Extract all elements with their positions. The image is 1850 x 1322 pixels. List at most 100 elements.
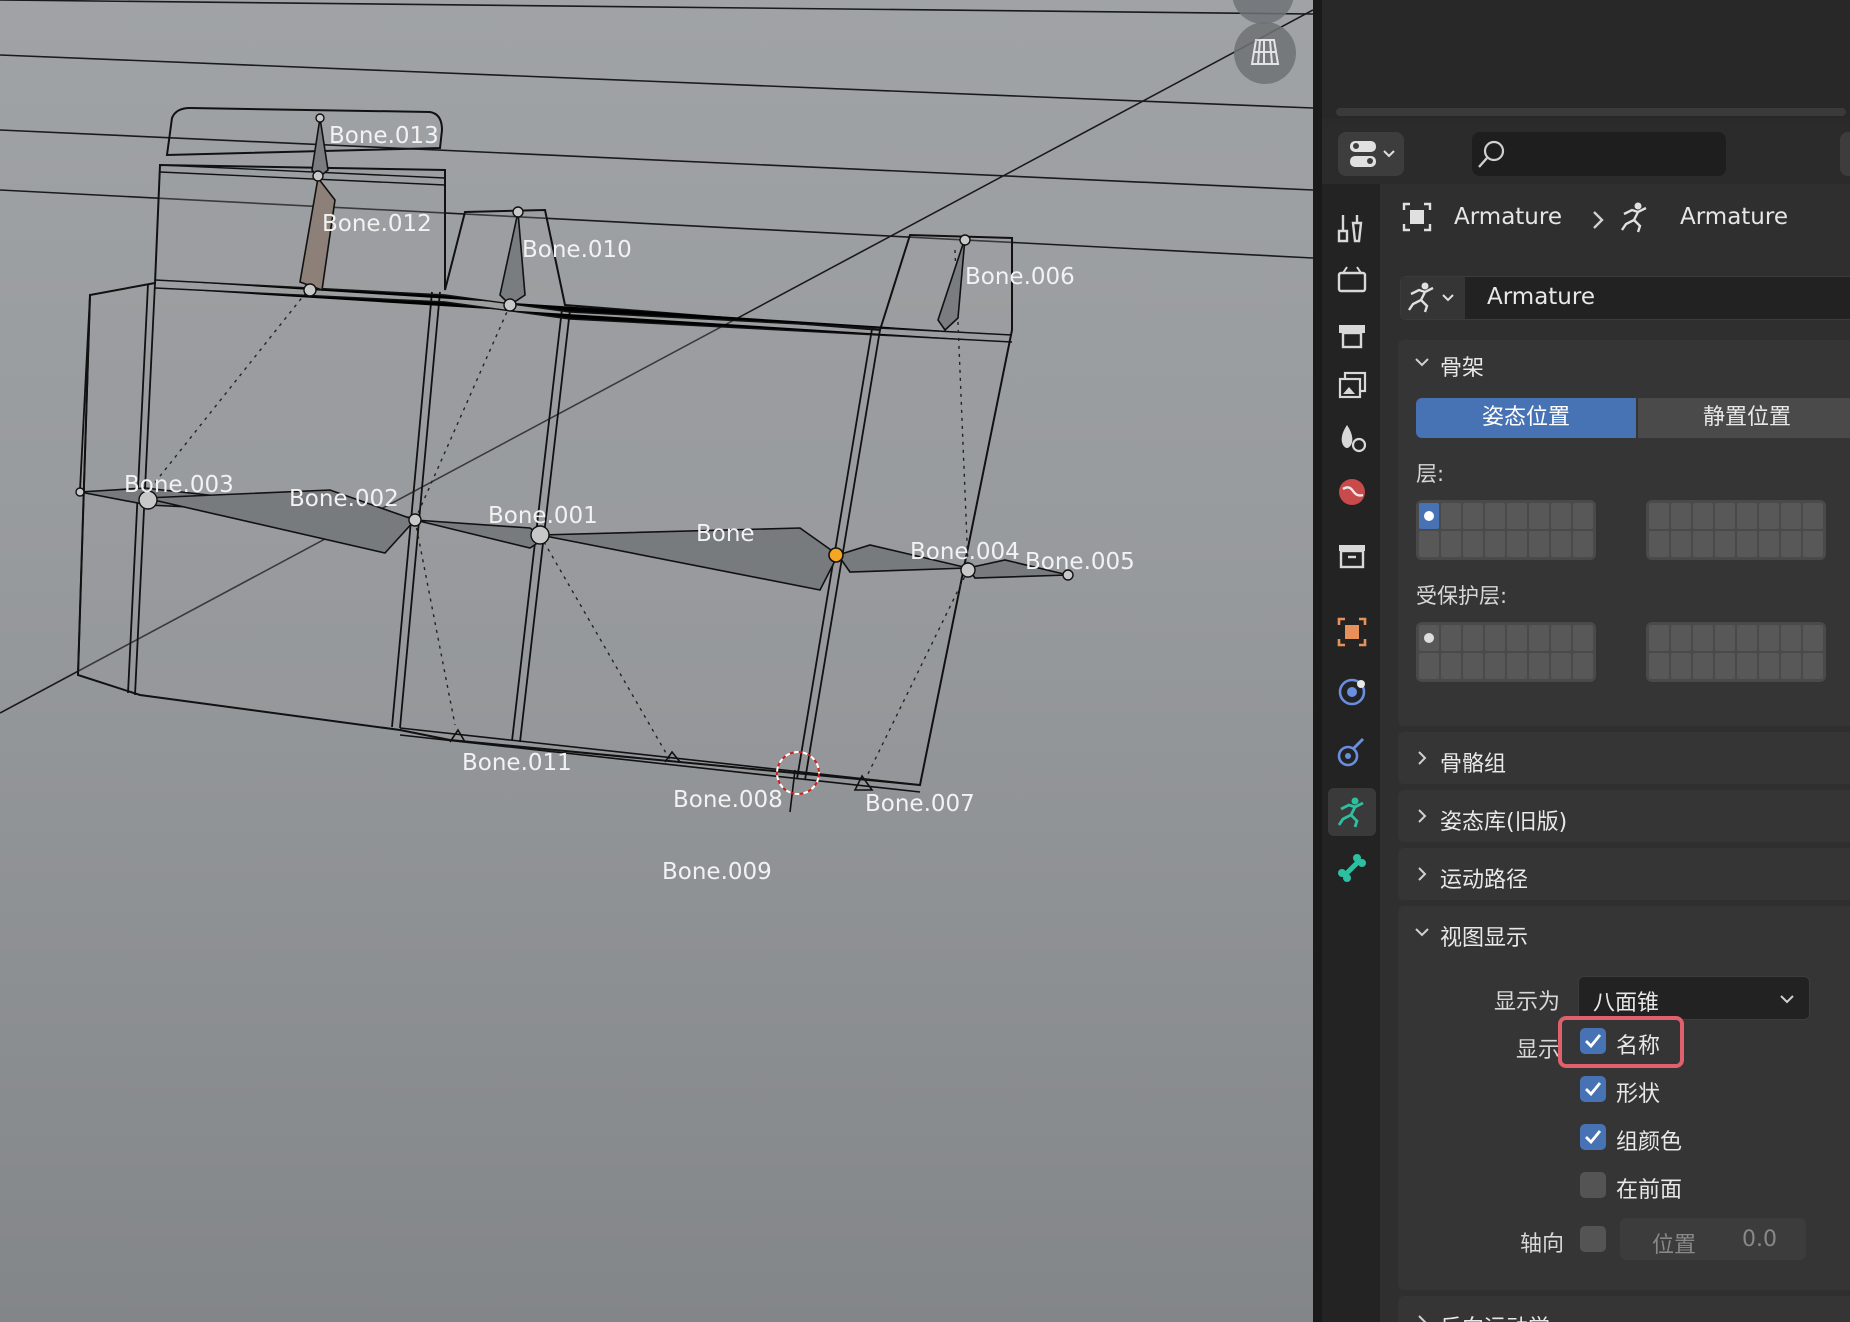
protected-layer-cell[interactable] [1649, 625, 1669, 651]
editor-type-button[interactable] [1338, 132, 1404, 176]
layer-cell[interactable] [1551, 503, 1571, 529]
protected-layer-cell[interactable] [1551, 625, 1571, 651]
protected-layer-cell[interactable] [1551, 653, 1571, 679]
protected-layers-grid-right[interactable] [1646, 622, 1826, 682]
layer-cell[interactable] [1529, 531, 1549, 557]
inverse-kinematics-panel[interactable]: 反向运动学 [1398, 1296, 1850, 1322]
tab-tool[interactable] [1328, 204, 1376, 252]
rest-position-button[interactable]: 静置位置 [1638, 398, 1850, 438]
display-as-dropdown[interactable]: 八面锥 [1578, 976, 1810, 1020]
protected-layer-cell[interactable] [1419, 653, 1439, 679]
browse-datablock-button[interactable] [1401, 277, 1465, 319]
layer-cell[interactable] [1507, 531, 1527, 557]
tab-output[interactable] [1328, 310, 1376, 358]
protected-layer-cell[interactable] [1759, 653, 1779, 679]
protected-layer-cell[interactable] [1573, 625, 1593, 651]
protected-layer-cell[interactable] [1649, 653, 1669, 679]
horizontal-scrollbar[interactable] [1336, 108, 1846, 116]
protected-layer-cell[interactable] [1803, 653, 1823, 679]
protected-layer-cell[interactable] [1803, 625, 1823, 651]
layer-cell[interactable] [1781, 531, 1801, 557]
pose-position-button[interactable]: 姿态位置 [1416, 398, 1636, 438]
tab-render[interactable] [1328, 256, 1376, 304]
datablock-name-field[interactable]: Armature [1487, 284, 1595, 310]
layer-cell[interactable] [1441, 503, 1461, 529]
tab-scene[interactable] [1328, 414, 1376, 462]
pose-library-panel[interactable]: 姿态库(旧版) [1398, 790, 1850, 842]
layer-cell[interactable] [1737, 531, 1757, 557]
layer-cell[interactable] [1485, 503, 1505, 529]
protected-layer-cell[interactable] [1737, 653, 1757, 679]
layer-cell[interactable] [1693, 531, 1713, 557]
layer-cell[interactable] [1419, 503, 1439, 529]
protected-layer-cell[interactable] [1671, 625, 1691, 651]
toggle-perspective-button[interactable] [1234, 22, 1296, 84]
layer-cell[interactable] [1759, 503, 1779, 529]
layer-cell[interactable] [1803, 531, 1823, 557]
layer-cell[interactable] [1507, 503, 1527, 529]
tab-view-layer[interactable] [1328, 362, 1376, 410]
protected-layer-cell[interactable] [1463, 653, 1483, 679]
axes-checkbox[interactable] [1580, 1226, 1606, 1252]
protected-layer-cell[interactable] [1671, 653, 1691, 679]
layers-grid-right[interactable] [1646, 500, 1826, 560]
layer-cell[interactable] [1463, 503, 1483, 529]
tab-collection[interactable] [1328, 532, 1376, 580]
protected-layer-cell[interactable] [1507, 625, 1527, 651]
skeleton-panel-header[interactable]: 骨架 [1398, 340, 1850, 386]
layer-cell[interactable] [1693, 503, 1713, 529]
layer-cell[interactable] [1573, 503, 1593, 529]
names-checkbox[interactable] [1580, 1028, 1606, 1054]
search-input[interactable] [1472, 132, 1726, 176]
shapes-checkbox[interactable] [1580, 1076, 1606, 1102]
motion-paths-panel[interactable]: 运动路径 [1398, 848, 1850, 900]
protected-layer-cell[interactable] [1693, 653, 1713, 679]
protected-layer-cell[interactable] [1693, 625, 1713, 651]
3d-viewport[interactable]: Bone.013 Bone.012 Bone.010 Bone.006 Bone… [0, 0, 1313, 1322]
protected-layer-cell[interactable] [1441, 653, 1461, 679]
layer-cell[interactable] [1759, 531, 1779, 557]
tab-armature-data[interactable] [1328, 788, 1376, 836]
layer-cell[interactable] [1573, 531, 1593, 557]
protected-layers-grid-left[interactable] [1416, 622, 1596, 682]
protected-layer-cell[interactable] [1441, 625, 1461, 651]
layer-cell[interactable] [1441, 531, 1461, 557]
layer-cell[interactable] [1737, 503, 1757, 529]
protected-layer-cell[interactable] [1781, 653, 1801, 679]
protected-layer-cell[interactable] [1485, 653, 1505, 679]
layer-cell[interactable] [1671, 531, 1691, 557]
layer-cell[interactable] [1715, 531, 1735, 557]
layer-cell[interactable] [1551, 531, 1571, 557]
viewport-display-header[interactable]: 视图显示 [1398, 906, 1850, 952]
layer-cell[interactable] [1715, 503, 1735, 529]
protected-layer-cell[interactable] [1529, 625, 1549, 651]
tab-constraints[interactable] [1328, 728, 1376, 776]
layer-cell[interactable] [1419, 531, 1439, 557]
layer-cell[interactable] [1463, 531, 1483, 557]
layer-cell[interactable] [1781, 503, 1801, 529]
layer-cell[interactable] [1529, 503, 1549, 529]
protected-layer-cell[interactable] [1715, 653, 1735, 679]
layer-cell[interactable] [1671, 503, 1691, 529]
group-colors-checkbox[interactable] [1580, 1124, 1606, 1150]
protected-layer-cell[interactable] [1419, 625, 1439, 651]
layers-grid-left[interactable] [1416, 500, 1596, 560]
layer-cell[interactable] [1485, 531, 1505, 557]
layer-cell[interactable] [1649, 503, 1669, 529]
area-divider[interactable] [1313, 0, 1322, 1322]
datablock-selector[interactable]: Armature [1400, 276, 1850, 320]
protected-layer-cell[interactable] [1737, 625, 1757, 651]
protected-layer-cell[interactable] [1759, 625, 1779, 651]
tab-world[interactable] [1328, 468, 1376, 516]
axes-position-field[interactable]: 位置 0.0 [1620, 1218, 1806, 1260]
protected-layer-cell[interactable] [1485, 625, 1505, 651]
protected-layer-cell[interactable] [1463, 625, 1483, 651]
layer-cell[interactable] [1803, 503, 1823, 529]
pin-button[interactable] [1840, 132, 1850, 176]
protected-layer-cell[interactable] [1715, 625, 1735, 651]
tab-bone[interactable] [1328, 844, 1376, 892]
protected-layer-cell[interactable] [1529, 653, 1549, 679]
in-front-checkbox[interactable] [1580, 1172, 1606, 1198]
protected-layer-cell[interactable] [1507, 653, 1527, 679]
tab-object[interactable] [1328, 608, 1376, 656]
